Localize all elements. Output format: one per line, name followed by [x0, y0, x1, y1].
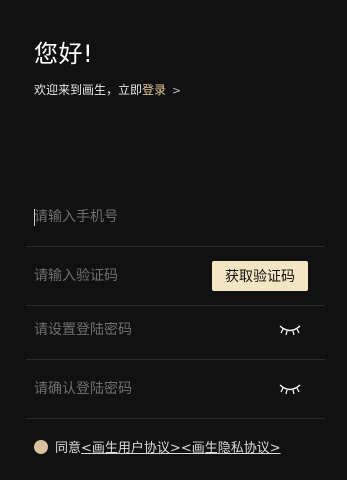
password-field	[26, 301, 325, 360]
welcome-line: 欢迎来到画生，立即登录 >	[34, 81, 181, 98]
login-link[interactable]: 登录	[142, 83, 166, 97]
phone-field	[26, 188, 325, 247]
confirm-password-input[interactable]	[26, 381, 234, 397]
agree-radio[interactable]	[34, 439, 48, 454]
confirm-password-field	[26, 360, 325, 419]
text-cursor	[34, 209, 35, 226]
privacy-policy-link[interactable]: <画生隐私协议>	[181, 437, 281, 456]
greeting-title: 您好!	[34, 40, 94, 68]
code-field: 获取验证码	[26, 247, 325, 306]
eye-closed-icon[interactable]	[279, 383, 301, 395]
user-agreement-link[interactable]: <画生用户协议>	[81, 437, 181, 456]
get-code-button[interactable]: 获取验证码	[212, 261, 308, 291]
welcome-text: 欢迎来到画生，立即	[34, 83, 143, 97]
chevron-right-icon[interactable]: >	[172, 84, 181, 97]
password-input[interactable]	[26, 322, 234, 338]
agreement-row: 同意 <画生用户协议> <画生隐私协议>	[34, 437, 281, 456]
code-input[interactable]	[26, 268, 234, 284]
eye-closed-icon[interactable]	[279, 324, 301, 336]
phone-input[interactable]	[26, 209, 234, 225]
agree-prefix: 同意	[55, 441, 82, 456]
